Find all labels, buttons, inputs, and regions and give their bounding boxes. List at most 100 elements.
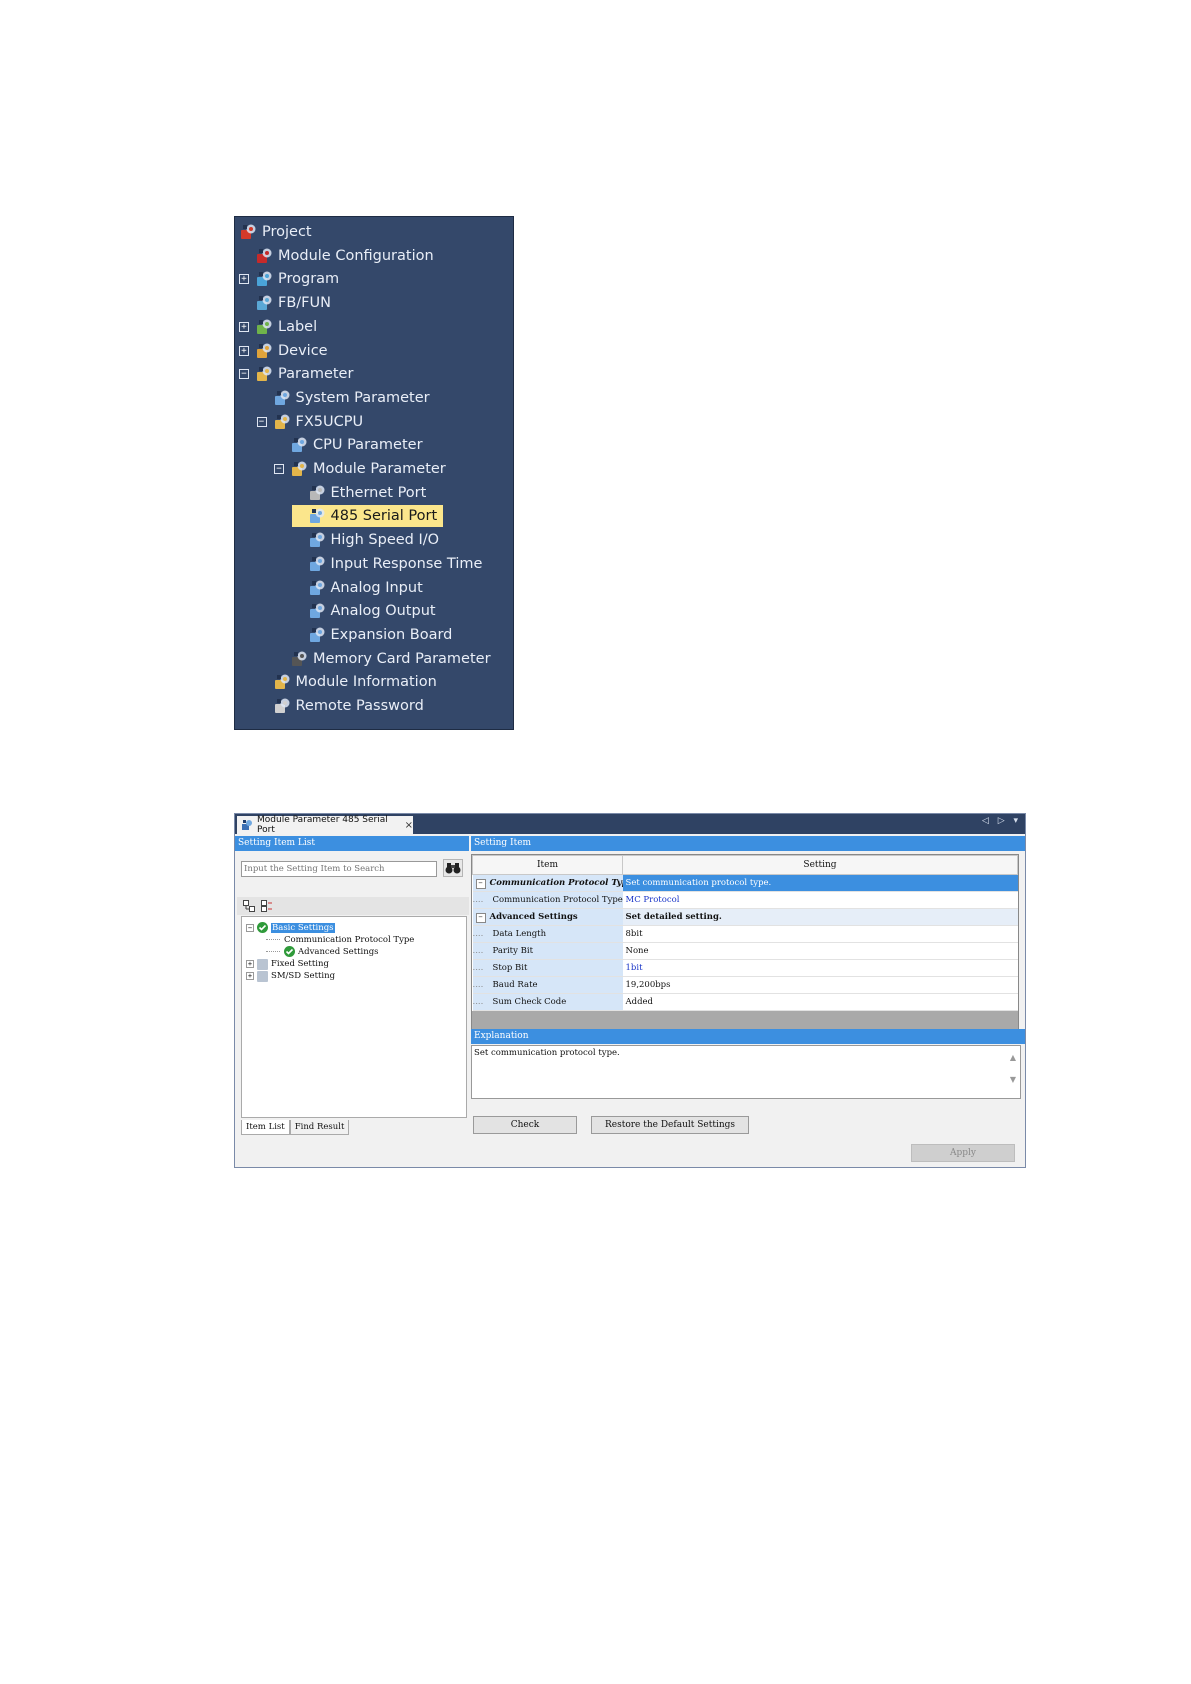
- parameter-icon: [255, 365, 273, 383]
- setting-value: 19,200bps: [625, 980, 671, 990]
- setting-category-row[interactable]: − Communication Protocol Type Set communic…: [472, 874, 1018, 892]
- restore-default-settings-button[interactable]: Restore the Default Settings: [591, 1116, 749, 1134]
- setting-value-cell[interactable]: 1bit: [622, 959, 1018, 977]
- sort-icon[interactable]: [261, 900, 273, 912]
- expand-icon[interactable]: +: [239, 274, 249, 285]
- tree-item-module-parameter[interactable]: − Module Parameter: [235, 457, 515, 481]
- tree-item-cpu-parameter[interactable]: CPU Parameter: [235, 433, 515, 457]
- column-header-item[interactable]: Item: [472, 855, 623, 875]
- tree-item-module-information[interactable]: Module Information: [235, 670, 515, 694]
- tab-item-list[interactable]: Item List: [241, 1120, 290, 1135]
- module-parameter-window: Module Parameter 485 Serial Port × ◁ ▷ ▾…: [234, 813, 1026, 1168]
- setting-tree-item[interactable]: Advanced Settings: [266, 945, 379, 958]
- collapse-icon[interactable]: −: [475, 912, 486, 923]
- setting-value-cell[interactable]: MC Protocol: [622, 891, 1018, 909]
- collapse-icon[interactable]: −: [246, 923, 254, 932]
- tree-toolbar: [237, 897, 469, 915]
- tree-item-label: 485 Serial Port: [330, 508, 438, 525]
- tree-item-expansion-board[interactable]: Expansion Board: [235, 623, 515, 647]
- setting-item-label: Parity Bit: [492, 946, 534, 956]
- tree-item-label: Input Response Time: [330, 555, 483, 572]
- apply-button[interactable]: Apply: [911, 1144, 1015, 1162]
- setting-item-cell: .... Communication Protocol Type: [472, 891, 623, 909]
- expand-icon[interactable]: +: [246, 972, 254, 981]
- setting-value: None: [625, 946, 649, 956]
- expand-icon[interactable]: +: [239, 345, 249, 356]
- parameter-item-icon: [290, 436, 308, 454]
- column-header-setting[interactable]: Setting: [622, 855, 1018, 875]
- tree-connector: ....: [472, 895, 484, 905]
- setting-row[interactable]: .... Parity Bit None: [472, 942, 1018, 960]
- tree-item-485-serial-port[interactable]: 485 Serial Port: [235, 504, 515, 528]
- parameter-icon: [241, 819, 253, 831]
- setting-item-label: Communication Protocol Type: [489, 877, 623, 888]
- tree-item-label: Device: [278, 342, 328, 359]
- setting-tree-item[interactable]: + Fixed Setting: [246, 958, 329, 971]
- tree-item-project[interactable]: Project: [235, 220, 515, 244]
- tree-item-parameter[interactable]: − Parameter: [235, 362, 515, 386]
- tree-item-module-configuration[interactable]: Module Configuration: [235, 244, 515, 268]
- tree-item-label: Module Information: [295, 674, 437, 691]
- collapse-icon[interactable]: −: [256, 416, 267, 427]
- tree-item-label: Module Configuration: [278, 247, 434, 264]
- tree-item-label: Expansion Board: [330, 626, 453, 643]
- collapse-icon[interactable]: −: [274, 464, 284, 474]
- tree-item-label[interactable]: + Label: [235, 315, 515, 339]
- setting-row[interactable]: .... Baud Rate 19,200bps: [472, 976, 1018, 994]
- collapse-icon[interactable]: −: [239, 369, 249, 380]
- tree-item-high-speed-i-o[interactable]: High Speed I/O: [235, 528, 515, 552]
- setting-tree-item[interactable]: + SM/SD Setting: [246, 970, 335, 983]
- tree-item-fb-fun[interactable]: FB/FUN: [235, 291, 515, 315]
- tree-item-label: FX5UCPU: [295, 413, 364, 430]
- setting-item-cell: .... Sum Check Code: [472, 993, 623, 1011]
- tree-item-program[interactable]: + Program: [235, 267, 515, 291]
- parameter-item-icon: [273, 389, 291, 407]
- setting-tree-item[interactable]: − Basic Settings: [246, 921, 335, 934]
- setting-value-cell: Set communication protocol type.: [622, 874, 1018, 892]
- setting-tree-label: Basic Settings: [271, 922, 335, 933]
- grid-empty-area: [472, 1011, 1018, 1029]
- left-panel-tabs: Item List Find Result: [241, 1120, 350, 1135]
- parameter-item-icon: [308, 579, 326, 597]
- check-button[interactable]: Check: [473, 1116, 577, 1134]
- tree-item-label: Analog Output: [330, 603, 436, 620]
- setting-row[interactable]: .... Sum Check Code Added: [472, 993, 1018, 1011]
- tree-item-ethernet-port[interactable]: Ethernet Port: [235, 481, 515, 505]
- setting-value-cell[interactable]: Added: [622, 993, 1018, 1011]
- setting-tree-item[interactable]: Communication Protocol Type: [266, 933, 414, 946]
- tree-item-analog-output[interactable]: Analog Output: [235, 599, 515, 623]
- close-tab-icon[interactable]: ×: [405, 820, 413, 831]
- document-tab[interactable]: Module Parameter 485 Serial Port ×: [237, 815, 413, 835]
- expand-icon[interactable]: +: [239, 321, 249, 332]
- setting-value-cell[interactable]: 19,200bps: [622, 976, 1018, 994]
- setting-row[interactable]: .... Data Length 8bit: [472, 925, 1018, 943]
- checkmark-icon: [284, 946, 295, 958]
- explanation-text: Set communication protocol type.: [474, 1048, 620, 1058]
- setting-row[interactable]: .... Communication Protocol Type MC Protoc…: [472, 891, 1018, 909]
- tree-item-memory-card-parameter[interactable]: Memory Card Parameter: [235, 647, 515, 671]
- setting-item-search-input[interactable]: [241, 861, 437, 877]
- tab-find-result[interactable]: Find Result: [289, 1120, 350, 1135]
- setting-grid: Item Setting − Communication Protocol Typ…: [471, 854, 1019, 1030]
- tree-item-fx5ucpu[interactable]: − FX5UCPU: [235, 410, 515, 434]
- expand-all-icon[interactable]: [243, 900, 255, 912]
- search-button[interactable]: [443, 859, 463, 877]
- tree-item-device[interactable]: + Device: [235, 339, 515, 363]
- device-icon: [255, 342, 273, 360]
- window-navigation-icons[interactable]: ◁ ▷ ▾: [982, 816, 1021, 826]
- tree-item-remote-password[interactable]: Remote Password: [235, 694, 515, 718]
- tree-item-system-parameter[interactable]: System Parameter: [235, 386, 515, 410]
- tree-item-input-response-time[interactable]: Input Response Time: [235, 552, 515, 576]
- setting-row[interactable]: .... Stop Bit 1bit: [472, 959, 1018, 977]
- parameter-item-icon: [308, 555, 326, 573]
- expand-icon[interactable]: +: [246, 960, 254, 969]
- module-configuration-icon: [255, 247, 273, 265]
- explanation-scrollbar[interactable]: ▲ ▼: [1007, 1047, 1019, 1097]
- setting-value-cell[interactable]: None: [622, 942, 1018, 960]
- collapse-icon[interactable]: −: [475, 878, 486, 889]
- tree-item-analog-input[interactable]: Analog Input: [235, 576, 515, 600]
- setting-value-cell[interactable]: 8bit: [622, 925, 1018, 943]
- setting-item-cell: .... Data Length: [472, 925, 623, 943]
- setting-category-row[interactable]: − Advanced Settings Set detailed setting.: [472, 908, 1018, 926]
